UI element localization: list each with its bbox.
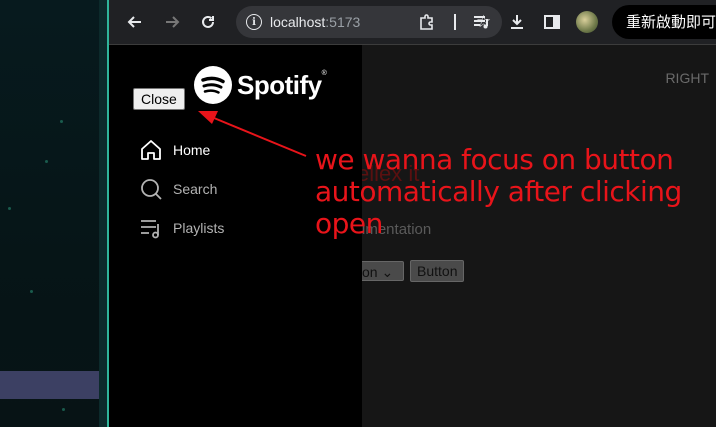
right-label: RIGHT [665,70,709,86]
address-bar[interactable]: i localhost:5173 ☆ [236,6,502,38]
nav-label-playlists: Playlists [173,220,225,236]
side-panel-icon[interactable] [541,11,563,33]
window-shadow-edge [99,0,107,427]
extensions-puzzle-icon[interactable] [416,11,438,33]
desktop-panel-strip [0,371,99,399]
spotify-logo: Spotify ® [194,66,327,104]
home-icon [141,140,161,160]
media-queue-icon[interactable] [470,11,492,33]
profile-avatar[interactable] [576,11,598,33]
download-icon[interactable] [506,11,528,33]
nav-item-playlists[interactable]: Playlists [139,216,224,240]
back-arrow-icon[interactable] [124,11,146,33]
site-info-icon[interactable]: i [246,14,262,30]
close-button[interactable]: Close [133,88,185,110]
main-button[interactable]: Button [410,260,465,282]
nav-label-home: Home [173,142,211,158]
spotify-logo-icon [194,66,232,104]
nav-item-home[interactable]: Home [139,138,210,162]
url-text: localhost:5173 [270,14,361,30]
toolbar-separator [454,14,456,30]
nav-label-search: Search [173,181,218,197]
spotify-logo-text: Spotify [237,69,322,100]
nav-item-search[interactable]: Search [139,177,217,201]
playlist-icon [141,220,159,239]
reload-icon[interactable] [197,11,219,33]
search-icon [141,179,162,200]
desktop-background [0,0,107,427]
relaunch-button[interactable]: 重新啟動即可 [612,5,716,39]
annotation-text: we wanna focus on button automatically a… [315,143,682,240]
browser-toolbar: i localhost:5173 ☆ 重新啟動即可 [109,0,716,45]
forward-arrow-icon[interactable] [161,11,183,33]
